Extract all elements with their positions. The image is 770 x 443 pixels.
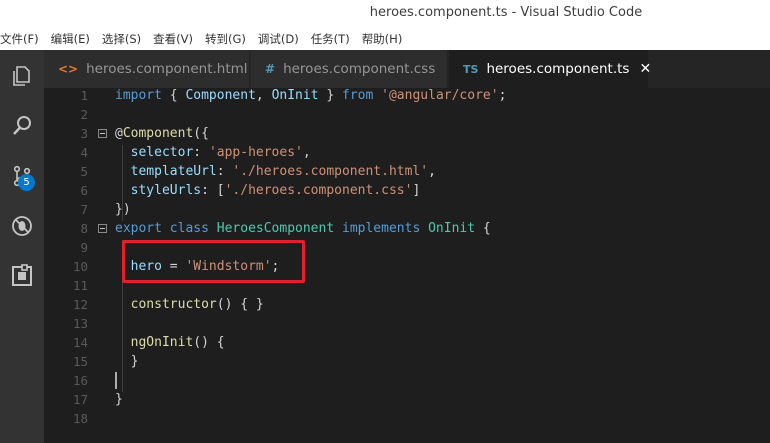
menu-file[interactable]: 文件(F) — [0, 31, 45, 47]
code-line: 13 — [44, 314, 770, 333]
menu-bar: 文件(F) 编辑(E) 选择(S) 查看(V) 转到(G) 调试(D) 任务(T… — [0, 28, 770, 50]
code-line: 8 export class HeroesComponent implement… — [44, 219, 770, 238]
editor-tab-bar: <> heroes.component.html # heroes.compon… — [44, 50, 770, 88]
fold-toggle-icon[interactable] — [98, 224, 107, 233]
line-number: 17 — [72, 392, 88, 407]
css-file-icon: # — [265, 62, 276, 76]
code-line: 15 } — [44, 352, 770, 371]
scm-count-badge: 5 — [18, 174, 35, 191]
menu-view[interactable]: 查看(V) — [153, 31, 199, 47]
code-line: 5 templateUrl: './heroes.component.html'… — [44, 162, 770, 181]
menu-debug[interactable]: 调试(D) — [258, 31, 305, 47]
line-number: 3 — [80, 126, 88, 141]
line-number: 14 — [72, 335, 88, 350]
tab-heroes-component-css[interactable]: # heroes.component.css — [251, 50, 448, 88]
code-line: 4 selector: 'app-heroes', — [44, 143, 770, 162]
activity-bar: 5 — [0, 50, 44, 443]
menu-help[interactable]: 帮助(H) — [362, 31, 409, 47]
line-number: 18 — [72, 411, 88, 426]
typescript-file-icon: TS — [463, 62, 479, 76]
line-number: 15 — [72, 354, 88, 369]
line-text: export class HeroesComponent implements … — [115, 221, 491, 236]
menu-tasks[interactable]: 任务(T) — [311, 31, 356, 47]
title-bar: heroes.component.ts - Visual Studio Code — [0, 0, 770, 28]
line-number: 13 — [72, 316, 88, 331]
explorer-icon[interactable] — [0, 54, 44, 98]
line-number: 4 — [80, 145, 88, 160]
code-line: 14 ngOnInit() { — [44, 333, 770, 352]
line-number: 5 — [80, 164, 88, 179]
line-number: 11 — [72, 278, 88, 293]
line-text: } — [115, 392, 123, 407]
menu-selection[interactable]: 选择(S) — [102, 31, 147, 47]
annotation-highlight-box — [122, 240, 305, 283]
tab-label: heroes.component.css — [283, 61, 436, 77]
code-line: 12 constructor() { } — [44, 295, 770, 314]
menu-go[interactable]: 转到(G) — [205, 31, 252, 47]
line-number: 7 — [80, 202, 88, 217]
line-text: ngOnInit() { — [130, 335, 225, 350]
fold-toggle-icon[interactable] — [98, 129, 107, 138]
line-text: templateUrl: './heroes.component.html', — [130, 164, 436, 179]
close-icon[interactable]: ✕ — [639, 61, 651, 77]
debug-icon[interactable] — [0, 204, 44, 248]
code-line: 7 }) — [44, 200, 770, 219]
line-number: 8 — [80, 221, 88, 236]
line-number: 2 — [80, 107, 88, 122]
line-number: 1 — [80, 88, 88, 103]
line-text: styleUrls: ['./heroes.component.css'] — [130, 183, 421, 198]
code-line: 6 styleUrls: ['./heroes.component.css'] — [44, 181, 770, 200]
line-number: 16 — [72, 373, 88, 388]
line-text: } — [115, 354, 139, 369]
tab-heroes-component-ts[interactable]: TS heroes.component.ts ✕ — [449, 50, 651, 88]
line-text: @Component({ — [115, 126, 209, 141]
tab-heroes-component-html[interactable]: <> heroes.component.html — [44, 50, 250, 88]
tab-label: heroes.component.html — [86, 61, 248, 77]
line-text: constructor() { } — [130, 297, 264, 312]
code-line: 3 @Component({ — [44, 124, 770, 143]
code-line: 16 — [44, 371, 770, 390]
line-number: 12 — [72, 297, 88, 312]
line-number: 9 — [80, 240, 88, 255]
line-number: 6 — [80, 183, 88, 198]
extensions-icon[interactable] — [0, 254, 44, 298]
code-line: 18 — [44, 409, 770, 428]
code-line: 17 } — [44, 390, 770, 409]
code-line: 1 import { Component, OnInit } from '@an… — [44, 86, 770, 105]
html-file-icon: <> — [58, 62, 79, 76]
tab-label: heroes.component.ts — [486, 61, 630, 77]
text-cursor — [115, 372, 117, 389]
line-number: 10 — [72, 259, 88, 274]
code-line: 2 — [44, 105, 770, 124]
search-icon[interactable] — [0, 104, 44, 148]
window-title: heroes.component.ts - Visual Studio Code — [369, 5, 643, 20]
line-text: import { Component, OnInit } from '@angu… — [115, 88, 507, 103]
menu-edit[interactable]: 编辑(E) — [51, 31, 96, 47]
line-text: selector: 'app-heroes', — [130, 145, 311, 160]
line-text: }) — [115, 202, 131, 217]
